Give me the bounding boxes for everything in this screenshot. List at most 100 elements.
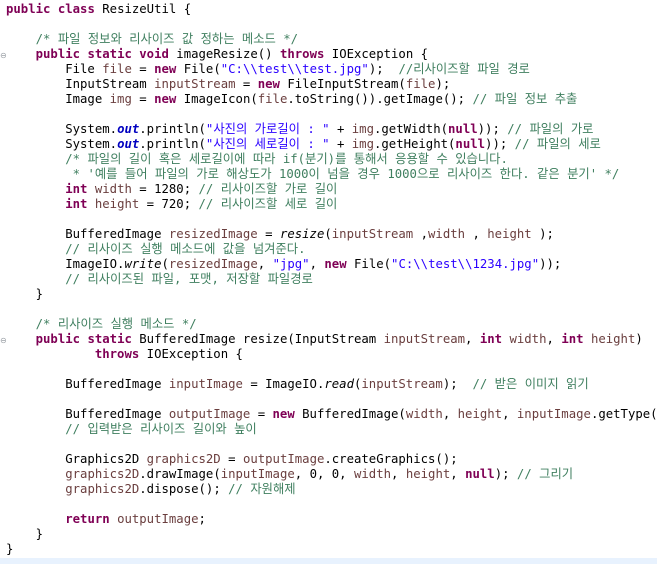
code-token: BufferedImage( — [294, 407, 406, 421]
code-token: .getWidth( — [373, 122, 449, 136]
code-line: BufferedImage inputImage = ImageIO.read(… — [6, 377, 657, 392]
code-token: + — [329, 137, 352, 151]
code-line: throws IOException { — [6, 347, 657, 362]
keyword-token: class — [57, 2, 95, 16]
comment-token: /* 파일 정보와 리사이즈 값 정하는 메소드 */ — [35, 32, 299, 46]
variable-token: inputStream — [361, 377, 443, 391]
code-token: )); — [485, 137, 515, 151]
variable-token: width — [354, 467, 392, 481]
keyword-token: return — [65, 512, 110, 526]
keyword-token: int — [65, 197, 88, 211]
code-line: public static BufferedImage resize(Input… — [6, 332, 657, 347]
code-token: Image — [6, 92, 110, 106]
keyword-token: new — [324, 257, 347, 271]
static-method-token: resize — [279, 227, 325, 241]
code-line: // 리사이즈 실행 메소드에 값을 넘겨준다. — [6, 242, 657, 257]
code-token: .toString()).getImage(); — [287, 92, 473, 106]
code-token: , — [442, 407, 458, 421]
code-line: ImageIO.write(resizedImage, "jpg", new F… — [6, 257, 657, 272]
code-line: int width = 1280; // 리사이즈할 가로 길이 — [6, 182, 657, 197]
string-token: "사진의 가로길이 : " — [205, 122, 330, 136]
keyword-token: void — [139, 47, 169, 61]
code-token: + — [329, 122, 352, 136]
variable-token: inputStream — [383, 332, 466, 346]
code-token: .getType()); — [590, 407, 657, 421]
variable-token: width — [94, 182, 132, 196]
code-line: public class ResizeUtil { — [6, 2, 657, 17]
variable-token: height — [405, 467, 451, 481]
code-line: // 리사이즈된 파일, 포맷, 저장할 파일경로 — [6, 272, 657, 287]
code-line: File file = new File("C:\\test\\test.jpg… — [6, 62, 657, 77]
comment-token: // 자원해제 — [228, 482, 296, 496]
comment-token: //리사이즈할 파일 경로 — [398, 62, 530, 76]
variable-token: resizedImage — [168, 227, 258, 241]
comment-token: // 받은 이미지 읽기 — [472, 377, 589, 391]
code-token: } — [6, 527, 44, 541]
code-token: ImageIcon( — [176, 92, 258, 106]
code-token: = 1280; — [131, 182, 199, 196]
code-line: * '예를 들어 파일의 가로 해상도가 1000이 넘을 경우 1000으로 … — [6, 167, 657, 182]
code-token: , — [391, 467, 406, 481]
code-token: ( — [161, 257, 169, 271]
keyword-token: null — [465, 467, 495, 481]
code-token: System. — [6, 122, 118, 136]
variable-token: graphics2D — [146, 452, 221, 466]
code-token: BufferedImage — [6, 227, 169, 241]
code-token: System. — [6, 137, 118, 151]
code-line: System.out.println("사진의 가로길이 : " + img.g… — [6, 122, 657, 137]
code-token: , — [465, 332, 480, 346]
code-token: ); — [435, 77, 451, 91]
comment-token: /* 파일의 길이 혹은 세로길이에 따라 if(분기)를 통해서 응용할 수 … — [65, 152, 508, 166]
comment-token: * '예를 들어 파일의 가로 해상도가 1000이 넘을 경우 1000으로 … — [72, 167, 620, 181]
string-token: "C:\\test\\test.jpg" — [220, 62, 369, 76]
keyword-token: new — [154, 62, 177, 76]
variable-token: img — [351, 122, 374, 136]
code-lines: public class ResizeUtil { /* 파일 정보와 리사이즈… — [6, 2, 657, 557]
variable-token: outputImage — [117, 512, 199, 526]
keyword-token: int — [65, 182, 88, 196]
code-editor[interactable]: ⊖ ⊖ public class ResizeUtil { /* 파일 정보와 … — [0, 0, 657, 564]
variable-token: height — [590, 332, 636, 346]
variable-token: file — [405, 77, 436, 91]
comment-token: // 입력받은 리사이즈 길이와 높이 — [65, 422, 257, 436]
code-token: = — [250, 407, 273, 421]
comment-token: // 리사이즈할 세로 길이 — [198, 197, 338, 211]
variable-token: img — [351, 137, 374, 151]
keyword-token: throws — [94, 347, 140, 361]
code-token: , 0, 0, — [294, 467, 354, 481]
code-token: ( — [324, 227, 332, 241]
code-token: .drawImage( — [139, 467, 221, 481]
code-token: ); — [494, 467, 517, 481]
comment-token: // 리사이즈 실행 메소드에 값을 넘겨준다. — [65, 242, 306, 256]
variable-token: height — [457, 407, 503, 421]
code-token: ; — [198, 512, 206, 526]
code-token: , — [413, 227, 429, 241]
code-line: BufferedImage resizedImage = resize(inpu… — [6, 227, 657, 242]
code-token: } — [6, 542, 14, 556]
code-line: public static void imageResize() throws … — [6, 47, 657, 62]
keyword-token: public — [35, 47, 81, 61]
code-line: graphics2D.dispose(); // 자원해제 — [6, 482, 657, 497]
code-line: System.out.println("사진의 세로길이 : " + img.g… — [6, 137, 657, 152]
code-token: imageResize() — [168, 47, 280, 61]
keyword-token: null — [448, 122, 478, 136]
keyword-token: static — [87, 332, 132, 346]
code-token: FileInputStream( — [279, 77, 406, 91]
string-token: "사진의 세로길이 : " — [205, 137, 330, 151]
string-token: "jpg" — [272, 257, 310, 271]
